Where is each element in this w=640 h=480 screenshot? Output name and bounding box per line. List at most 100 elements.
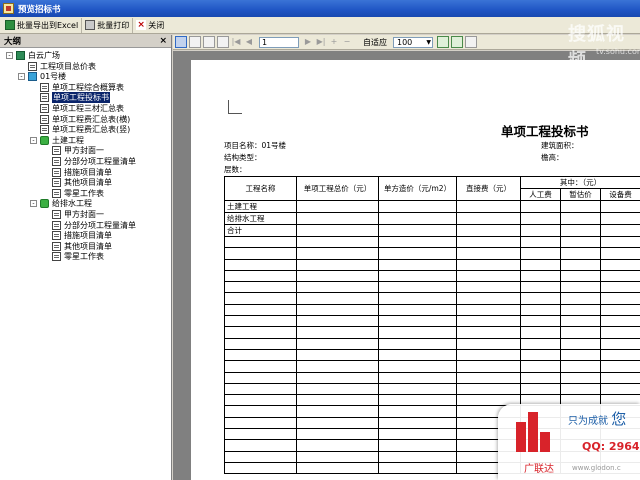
zoom-in-icon[interactable]: + xyxy=(329,37,339,47)
table-cell xyxy=(560,292,601,305)
export-icon[interactable] xyxy=(437,36,449,48)
collapse-icon[interactable]: - xyxy=(30,136,37,144)
eave-height: 檐高： xyxy=(541,153,564,162)
prev-page-icon[interactable]: ◀ xyxy=(244,37,254,47)
outline-item[interactable]: - 给排水工程 xyxy=(30,198,92,209)
table-cell xyxy=(296,394,379,407)
outline-item[interactable]: 其他项目清单 xyxy=(52,241,112,252)
single-page-button[interactable] xyxy=(189,36,201,48)
outline-item-label: 零星工作表 xyxy=(64,188,104,198)
outline-item[interactable]: 工程项目总价表 xyxy=(28,61,96,72)
table-cell xyxy=(560,303,601,317)
table-cell xyxy=(296,303,379,317)
fit-width-button[interactable]: 自适应 xyxy=(363,37,387,48)
outline-item[interactable]: 单项工程投标书 xyxy=(40,92,110,104)
main-toolbar: 批量导出到Excel 批量打印 × 关闭 xyxy=(0,17,640,34)
table-cell xyxy=(456,269,521,283)
table-cell xyxy=(456,235,521,249)
zoom-select[interactable]: 100 ▼ xyxy=(393,36,433,48)
col-header-direct: 直接费（元） xyxy=(456,176,521,201)
building-area: 建筑面积： xyxy=(541,141,579,150)
outline-item[interactable]: - 01号楼 xyxy=(18,71,66,82)
cursor-tool-button[interactable] xyxy=(175,36,187,48)
table-cell xyxy=(378,224,457,237)
table-cell xyxy=(560,281,601,294)
building-icon xyxy=(28,72,37,82)
collapse-icon[interactable]: - xyxy=(6,52,13,59)
table-cell xyxy=(600,200,640,213)
col-header-material: 暂估价 xyxy=(560,188,601,201)
outline-item[interactable]: 单项工程费汇总表(横) xyxy=(40,114,130,125)
two-page-button[interactable] xyxy=(203,36,215,48)
outline-item[interactable]: 单项工程费汇总表(竖) xyxy=(40,124,130,135)
outline-item[interactable]: 零星工作表 xyxy=(52,251,104,262)
table-cell xyxy=(296,416,379,430)
first-page-icon[interactable]: |◀ xyxy=(231,37,241,47)
outline-item[interactable]: 其他项目清单 xyxy=(52,177,112,188)
collapse-icon[interactable]: - xyxy=(18,73,25,81)
row-name-cell: 合计 xyxy=(224,224,297,237)
table-cell xyxy=(600,258,640,271)
row-name-cell xyxy=(224,348,297,362)
outline-item[interactable]: 单项工程综合概算表 xyxy=(40,82,124,93)
table-cell xyxy=(456,224,521,237)
print-icon[interactable] xyxy=(465,36,477,48)
outline-item-label: 01号楼 xyxy=(40,72,67,82)
outline-item[interactable]: 分部分项工程量清单 xyxy=(52,156,136,167)
table-cell xyxy=(378,405,457,418)
table-cell xyxy=(456,382,521,396)
export-excel-button[interactable]: 批量导出到Excel xyxy=(2,17,83,33)
ad-qq: QQ: 2964 xyxy=(582,440,640,453)
table-cell xyxy=(560,258,601,271)
table-cell xyxy=(296,337,379,350)
outline-item-label: 单项工程综合概算表 xyxy=(52,82,124,92)
project-name: 项目名称：01号楼 xyxy=(224,141,287,150)
outline-item[interactable]: 甲方封面一 xyxy=(52,209,104,220)
table-row: 合计 xyxy=(224,224,640,237)
next-page-icon[interactable]: ▶ xyxy=(303,37,313,47)
zoom-out-icon[interactable]: − xyxy=(342,37,352,47)
row-name-cell xyxy=(224,292,297,305)
table-row xyxy=(224,360,640,373)
table-cell xyxy=(378,200,457,213)
table-cell xyxy=(600,371,640,384)
table-cell xyxy=(378,394,457,407)
outline-item[interactable]: 措施项目清单 xyxy=(52,167,112,178)
outline-item[interactable]: 单项工程三材汇总表 xyxy=(40,103,124,114)
document-icon xyxy=(52,188,61,198)
window-title: 预览招标书 xyxy=(18,4,61,15)
outline-item[interactable]: 措施项目清单 xyxy=(52,230,112,241)
export-excel-label: 批量导出到Excel xyxy=(17,20,79,30)
table-cell xyxy=(296,281,379,294)
outline-item[interactable]: - 土建工程 xyxy=(30,135,84,146)
close-button[interactable]: × 关闭 xyxy=(133,18,167,33)
collapse-icon[interactable]: - xyxy=(30,200,37,208)
table-cell xyxy=(378,212,457,225)
table-cell xyxy=(520,281,561,294)
page-number-input[interactable]: 1 xyxy=(259,36,299,48)
outline-item-label: 分部分项工程量清单 xyxy=(64,157,136,166)
outline-item[interactable]: - 白云广场 xyxy=(6,50,60,61)
table-cell xyxy=(296,212,379,225)
table-cell xyxy=(520,292,561,305)
col-header-of-which: 其中：（元） xyxy=(520,176,640,189)
outline-item[interactable]: 零星工作表 xyxy=(52,188,104,199)
floor-count: 层数： xyxy=(224,165,247,174)
multi-page-button[interactable] xyxy=(217,36,229,48)
last-page-icon[interactable]: ▶| xyxy=(316,37,326,47)
table-cell xyxy=(560,360,601,373)
export-excel-icon[interactable] xyxy=(451,36,463,48)
outline-item[interactable]: 分部分项工程量清单 xyxy=(52,220,136,231)
document-icon xyxy=(52,210,61,219)
outline-item-label: 给排水工程 xyxy=(52,199,92,209)
outline-item-label: 措施项目清单 xyxy=(64,231,112,241)
glodon-logo-icon xyxy=(516,410,562,452)
table-cell xyxy=(600,292,640,305)
batch-print-button[interactable]: 批量打印 xyxy=(82,17,134,33)
table-cell xyxy=(378,450,457,463)
outline-item[interactable]: 甲方封面一 xyxy=(52,145,104,156)
table-cell xyxy=(600,235,640,249)
row-name-cell xyxy=(224,337,297,350)
outline-close-button[interactable]: × xyxy=(159,36,167,46)
row-name-cell xyxy=(224,461,297,475)
